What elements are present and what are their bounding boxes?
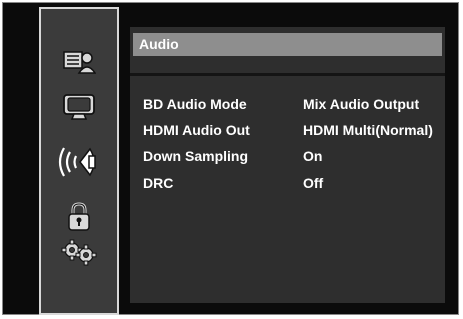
audio-speaker-icon bbox=[58, 147, 96, 177]
gears-icon bbox=[61, 239, 97, 266]
setting-value: HDMI Multi(Normal) bbox=[303, 122, 433, 138]
monitor-icon bbox=[63, 94, 95, 120]
panel-title-bar: Audio bbox=[133, 33, 442, 56]
sidebar-item-audio[interactable] bbox=[41, 142, 117, 182]
setting-value: Off bbox=[303, 175, 324, 191]
disc-player-person-icon bbox=[63, 51, 96, 74]
setting-label: HDMI Audio Out bbox=[143, 122, 250, 138]
page-title: Audio bbox=[139, 36, 179, 52]
sidebar-item-display[interactable] bbox=[41, 87, 117, 127]
lock-icon bbox=[68, 202, 90, 231]
setting-label: DRC bbox=[143, 175, 174, 191]
setting-row-drc[interactable]: DRC Off bbox=[143, 174, 443, 192]
sidebar-item-general[interactable] bbox=[41, 41, 117, 81]
panel-divider bbox=[130, 73, 445, 76]
setting-value: On bbox=[303, 148, 323, 164]
setting-value: Mix Audio Output bbox=[303, 96, 420, 112]
audio-settings-panel: Audio BD Audio Mode Mix Audio Output HDM… bbox=[130, 27, 445, 303]
setting-label: Down Sampling bbox=[143, 148, 248, 164]
setting-row-bd-audio-mode[interactable]: BD Audio Mode Mix Audio Output bbox=[143, 95, 443, 113]
sidebar-item-other[interactable] bbox=[41, 233, 117, 273]
settings-screen: Audio BD Audio Mode Mix Audio Output HDM… bbox=[2, 2, 459, 315]
sidebar-item-lock[interactable] bbox=[41, 197, 117, 237]
settings-sidebar bbox=[39, 7, 119, 315]
setting-row-down-sampling[interactable]: Down Sampling On bbox=[143, 147, 443, 165]
setting-label: BD Audio Mode bbox=[143, 96, 247, 112]
setting-row-hdmi-audio-out[interactable]: HDMI Audio Out HDMI Multi(Normal) bbox=[143, 121, 443, 139]
